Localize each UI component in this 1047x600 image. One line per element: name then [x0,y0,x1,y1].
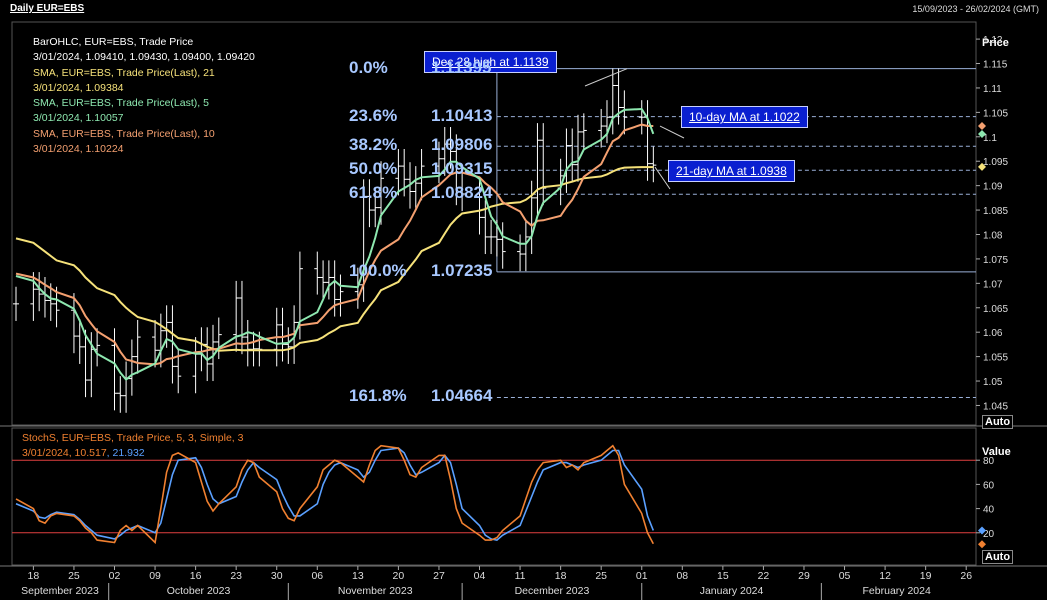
x-day-label: 18 [555,570,567,582]
fib-value: 1.04664 [431,386,493,406]
stoch-legend-d: 21.932 [112,447,145,460]
stoch-legend-date: 3/01/2024, [22,447,75,460]
chart-window: Daily EUR=EBS 15/09/2023 - 26/02/2024 (G… [0,0,1047,600]
x-day-label: 09 [149,570,161,582]
x-day-label: 18 [28,570,40,582]
legend-line: SMA, EUR=EBS, Trade Price(Last), 10 [33,127,215,140]
fib-pct: 50.0% [349,159,398,179]
value-tick-label: 60 [983,480,995,491]
x-month-label: November 2023 [338,585,413,597]
stoch-legend-k: 10.517 [74,447,107,460]
x-day-label: 06 [311,570,323,582]
legend-line: 3/01/2024, 1.10224 [33,143,124,156]
stoch-legend: StochS, EUR=EBS, Trade Price, 5, 3, Simp… [22,431,243,462]
fib-label: 161.8% 1.04664 [349,386,492,406]
price-tick-label: 1.065 [983,304,1008,315]
legend-line: 3/01/2024, 1.09384 [33,81,124,94]
stoch-legend-title: StochS, EUR=EBS, Trade Price, 5, 3, Simp… [22,432,244,444]
x-month-label: October 2023 [167,585,231,597]
legend-line: SMA, EUR=EBS, Trade Price(Last), 5 [33,97,209,110]
callout-21day-ma[interactable]: 21-day MA at 1.0938 [668,160,795,182]
fib-label: 38.2% 1.09806 [349,135,492,155]
x-day-label: 05 [839,570,851,582]
value-tick-label: 80 [983,456,995,467]
price-tick-label: 1.085 [983,206,1008,217]
legend-line: BarOHLC, EUR=EBS, Trade Price [33,36,194,48]
x-day-label: 01 [636,570,648,582]
x-month-label: December 2023 [515,585,590,597]
x-day-label: 11 [515,570,526,582]
x-day-label: 30 [271,570,283,582]
fib-value: 1.11395 [431,57,492,77]
callout-10day-ma[interactable]: 10-day MA at 1.1022 [681,106,808,128]
x-month-label: January 2024 [700,585,764,597]
x-day-label: 29 [798,570,810,582]
x-day-label: 25 [68,570,80,582]
price-tick-label: 1.055 [983,353,1008,364]
price-tick-label: 1.045 [983,401,1008,412]
fib-label: 23.6% 1.10413 [349,106,492,126]
x-day-label: 23 [230,570,242,582]
price-tick-label: 1.05 [983,377,1003,388]
stoch-legend-values: 3/01/2024, 10.517, 21.932 [22,446,243,461]
fib-pct: 0.0% [349,57,388,77]
fib-value: 1.07235 [431,260,493,280]
stoch-k-marker [978,540,986,549]
price-tick-label: 1.095 [983,157,1008,168]
x-day-label: 16 [190,570,202,582]
fib-pct: 100.0% [349,260,407,280]
price-tick-label: 1.06 [983,328,1003,339]
stoch-d-line [15,447,655,541]
x-day-label: 08 [676,570,688,582]
x-month-label: September 2023 [21,585,99,597]
x-day-label: 04 [474,570,486,582]
legend-line: SMA, EUR=EBS, Trade Price(Last), 21 [33,66,215,79]
x-day-label: 25 [595,570,607,582]
fib-pct: 161.8% [349,386,407,406]
fib-pct: 61.8% [349,183,398,203]
value-tick-label: 40 [983,505,995,516]
price-tick-label: 1.09 [983,182,1003,193]
fib-value: 1.10413 [431,105,493,125]
price-tick-label: 1.07 [983,279,1003,290]
price-legend: BarOHLC, EUR=EBS, Trade Price 3/01/2024, … [33,35,255,157]
sma10-marker [978,122,986,131]
price-tick-label: 1.08 [983,230,1003,241]
fib-pct: 23.6% [349,105,398,125]
legend-line: 3/01/2024, 1.09410, 1.09430, 1.09400, 1.… [33,51,255,64]
price-tick-label: 1.115 [983,60,1008,71]
x-day-label: 22 [758,570,770,582]
legend-line: 3/01/2024, 1.10057 [33,112,124,125]
x-day-label: 27 [433,570,445,582]
fib-value: 1.09806 [431,135,493,155]
x-day-label: 26 [960,570,972,582]
x-month-label: February 2024 [863,585,931,597]
x-day-label: 13 [352,570,364,582]
x-day-label: 20 [393,570,405,582]
price-tick-label: 1.075 [983,255,1008,266]
x-day-label: 15 [717,570,729,582]
fib-label: 100.0% 1.07235 [349,261,492,281]
fib-label: 0.0% 1.11395 [349,58,492,78]
x-day-label: 02 [109,570,121,582]
x-day-label: 12 [879,570,891,582]
fib-label: 61.8% 1.08824 [349,183,492,203]
price-auto-button[interactable]: Auto [982,415,1014,429]
sma10-line [15,123,654,366]
callout-leader-dec28 [584,68,628,87]
fib-pct: 38.2% [349,135,398,155]
stoch-auto-button[interactable]: Auto [982,550,1014,564]
x-day-label: 19 [920,570,932,582]
fib-value: 1.09315 [431,159,493,179]
fib-label: 50.0% 1.09315 [349,159,492,179]
fib-value: 1.08824 [431,183,493,203]
price-tick-label: 1.105 [983,108,1008,119]
price-tick-label: 1.11 [983,84,1002,95]
price-tick-label: 1.12 [983,35,1003,46]
sma21-line [15,166,654,352]
